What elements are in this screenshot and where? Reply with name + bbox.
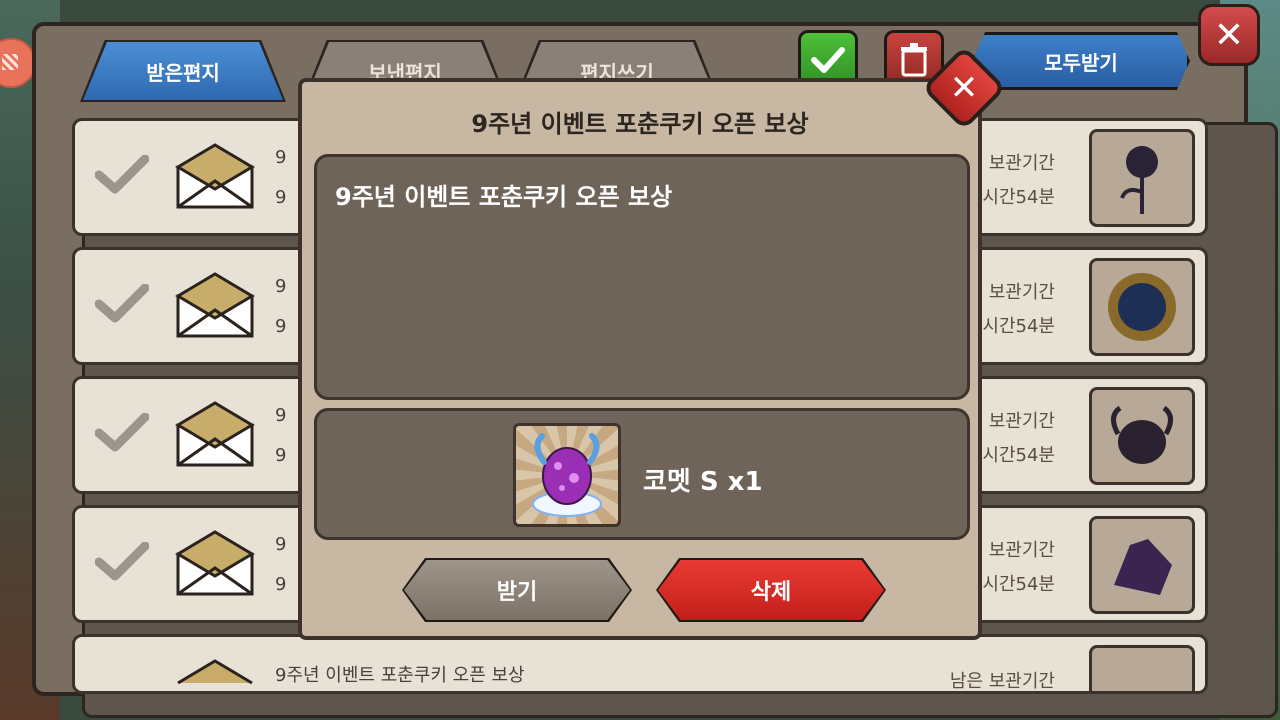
delete-button[interactable]: 삭제 [658, 560, 884, 620]
close-icon: ✕ [1213, 14, 1245, 56]
mail-subtitle: 9 [275, 445, 287, 466]
envelope-icon [175, 143, 255, 209]
black-rose-icon [1089, 129, 1195, 227]
mail-title: 9 [275, 405, 287, 426]
mail-expiry: 보관기간 [988, 540, 1055, 561]
close-mailbox-button[interactable]: ✕ [1198, 4, 1260, 66]
envelope-icon [175, 272, 255, 338]
dialog-title: 9주년 이벤트 포춘쿠키 오픈 보상 [471, 110, 809, 138]
envelope-icon [177, 659, 253, 685]
mail-title: 9 [275, 276, 287, 297]
mail-row[interactable]: 9주년 이벤트 포춘쿠키 오픈 보상 남은 보관기간 [72, 634, 1208, 694]
mail-detail-dialog: 9주년 이벤트 포춘쿠키 오픈 보상 9주년 이벤트 포춘쿠키 오픈 보상 코멧… [298, 78, 982, 640]
mail-expiry: 보관기간 [988, 282, 1055, 303]
mirror-icon [1089, 258, 1195, 356]
mail-message-box: 9주년 이벤트 포춘쿠키 오픈 보상 [314, 154, 970, 400]
comet-egg-icon [513, 423, 621, 527]
tab-received[interactable]: 받은편지 [83, 42, 283, 100]
reward-box: 코멧 S x1 [314, 408, 970, 540]
receive-button[interactable]: 받기 [404, 560, 630, 620]
envelope-icon [175, 530, 255, 596]
mail-subtitle: 9 [275, 316, 287, 337]
mail-expiry-time: 시간54분 [982, 316, 1055, 337]
mail-title: 9 [275, 534, 287, 555]
mail-expiry-time: 시간54분 [982, 187, 1055, 208]
mail-expiry: 보관기간 [988, 411, 1055, 432]
check-icon [811, 47, 845, 73]
envelope-icon [175, 401, 255, 467]
check-icon [95, 413, 149, 452]
check-icon [95, 284, 149, 323]
mail-expiry: 남은 보관기간 [949, 671, 1055, 692]
receive-all-button[interactable]: 모두받기 [972, 32, 1190, 90]
check-icon [95, 542, 149, 581]
mail-title: 9주년 이벤트 포춘쿠키 오픈 보상 [275, 665, 525, 686]
mail-message-text: 9주년 이벤트 포춘쿠키 오픈 보상 [335, 183, 673, 211]
check-icon [95, 155, 149, 194]
mail-title: 9 [275, 147, 287, 168]
mail-subtitle: 9 [275, 187, 287, 208]
trash-icon [901, 43, 927, 77]
item-icon [1089, 645, 1195, 691]
mail-expiry-time: 시간54분 [982, 445, 1055, 466]
reward-label: 코멧 S x1 [643, 467, 763, 497]
mail-expiry-time: 시간54분 [982, 574, 1055, 595]
close-icon: ✕ [949, 68, 979, 108]
horned-creature-icon [1089, 387, 1195, 485]
mail-subtitle: 9 [275, 574, 287, 595]
mail-expiry: 보관기간 [988, 153, 1055, 174]
crystal-icon [1089, 516, 1195, 614]
